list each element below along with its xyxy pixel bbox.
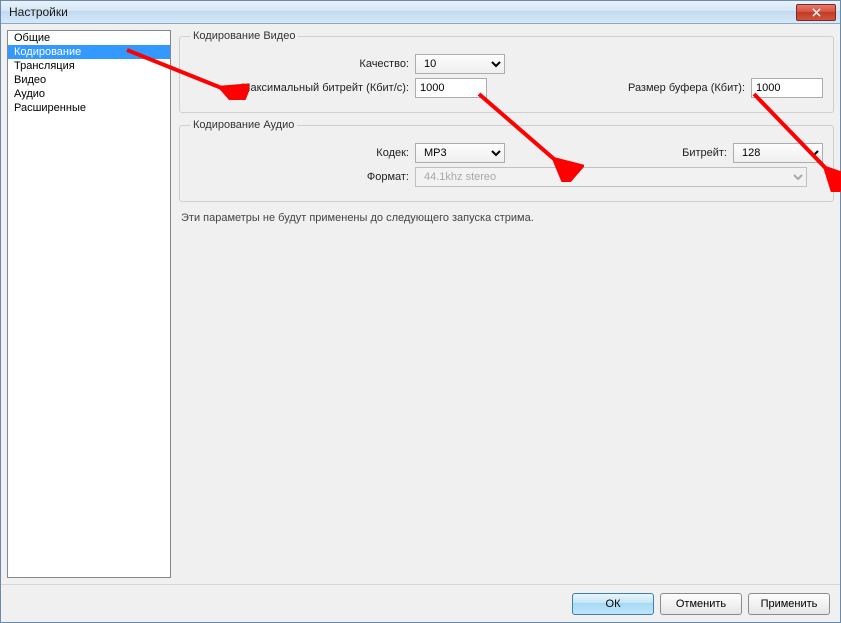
restart-note: Эти параметры не будут применены до след…	[179, 208, 834, 228]
window-title: Настройки	[9, 5, 796, 19]
sidebar-item-general[interactable]: Общие	[8, 31, 170, 45]
codec-label: Кодек:	[190, 147, 415, 159]
buffer-size-input[interactable]	[751, 78, 823, 98]
quality-select[interactable]: 10	[415, 54, 505, 74]
codec-select[interactable]: MP3	[415, 143, 505, 163]
sidebar-item-encoding[interactable]: Кодирование	[8, 45, 170, 59]
settings-main: Кодирование Видео Качество: 10 Максималь…	[179, 30, 834, 578]
video-encoding-legend: Кодирование Видео	[190, 30, 298, 42]
sidebar-item-video[interactable]: Видео	[8, 73, 170, 87]
close-button[interactable]	[796, 4, 836, 21]
max-bitrate-input[interactable]	[415, 78, 487, 98]
settings-sidebar: Общие Кодирование Трансляция Видео Аудио…	[7, 30, 171, 578]
format-select: 44.1khz stereo	[415, 167, 807, 187]
audio-bitrate-select[interactable]: 128	[733, 143, 823, 163]
ok-button[interactable]: ОК	[572, 593, 654, 615]
apply-button[interactable]: Применить	[748, 593, 830, 615]
close-icon	[812, 8, 821, 17]
audio-bitrate-label: Битрейт:	[682, 147, 733, 159]
video-encoding-group: Кодирование Видео Качество: 10 Максималь…	[179, 30, 834, 113]
dialog-footer: ОК Отменить Применить	[1, 584, 840, 622]
audio-encoding-legend: Кодирование Аудио	[190, 119, 297, 131]
sidebar-item-broadcast[interactable]: Трансляция	[8, 59, 170, 73]
format-label: Формат:	[190, 171, 415, 183]
settings-window: Настройки Общие Кодирование Трансляция В…	[0, 0, 841, 623]
dialog-body: Общие Кодирование Трансляция Видео Аудио…	[1, 24, 840, 584]
cancel-button[interactable]: Отменить	[660, 593, 742, 615]
buffer-size-label: Размер буфера (Кбит):	[628, 82, 751, 94]
audio-encoding-group: Кодирование Аудио Кодек: MP3 Битрейт: 12…	[179, 119, 834, 202]
quality-label: Качество:	[190, 58, 415, 70]
titlebar: Настройки	[1, 1, 840, 24]
sidebar-item-audio[interactable]: Аудио	[8, 87, 170, 101]
max-bitrate-label: Максимальный битрейт (Кбит/с):	[190, 82, 415, 94]
sidebar-item-advanced[interactable]: Расширенные	[8, 101, 170, 115]
